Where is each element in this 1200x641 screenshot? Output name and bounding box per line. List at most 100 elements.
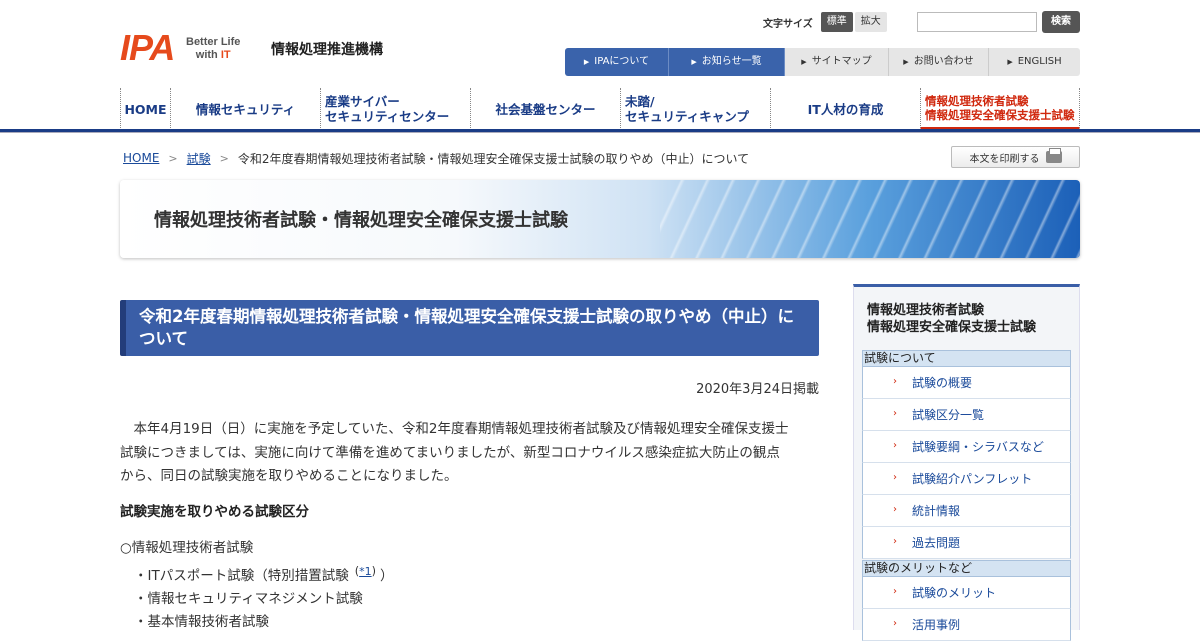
triangle-right-icon: ▶ xyxy=(1007,58,1013,66)
sidebar-item-categories[interactable]: › 試験区分一覧 xyxy=(862,399,1071,431)
banner-title: 情報処理技術者試験・情報処理安全確保支援士試験 xyxy=(154,210,568,231)
sidebar-item-label: 試験要綱・シラバスなど xyxy=(912,440,1044,454)
sidebar-item-label: 過去問題 xyxy=(912,536,961,550)
main-nav-infra[interactable]: 社会基盤センター xyxy=(470,88,620,130)
nav-underline-thin xyxy=(0,132,1200,133)
sidebar-title: 情報処理技術者試験 情報処理安全確保支援士試験 xyxy=(867,302,1036,336)
print-button[interactable]: 本文を印刷する xyxy=(951,146,1080,168)
utility-nav-english[interactable]: ▶ ENGLISH xyxy=(989,48,1080,76)
exam-category: ○情報処理技術者試験 xyxy=(120,540,254,556)
sidebar-item-overview[interactable]: › 試験の概要 xyxy=(862,367,1071,399)
sidebar-item-pamphlet[interactable]: › 試験紹介パンフレット xyxy=(862,463,1071,495)
main-nav-label-line1: 情報処理技術者試験 xyxy=(925,93,1029,108)
main-nav-label: 情報処理技術者試験 情報処理安全確保支援士試験 xyxy=(925,94,1075,122)
sidebar-item-label: 統計情報 xyxy=(912,504,961,518)
sidebar-item-label: 試験のメリット xyxy=(912,586,997,600)
sidebar-item-label: 活用事例 xyxy=(912,618,961,632)
ipa-logo[interactable]: IPA Better Life with IT 情報処理推進機構 xyxy=(120,30,390,70)
sidebar-item-syllabus[interactable]: › 試験要綱・シラバスなど xyxy=(862,431,1071,463)
chevron-right-icon: › xyxy=(893,472,897,483)
chevron-right-icon: › xyxy=(893,408,897,419)
breadcrumb-exam[interactable]: 試験 xyxy=(187,150,211,167)
utility-nav-news[interactable]: ▶ お知らせ一覧 xyxy=(669,48,785,76)
sidebar-item-cases[interactable]: › 活用事例 xyxy=(862,609,1071,641)
main-nav-label-line1: 産業サイバー xyxy=(325,94,400,109)
main-nav-label: 社会基盤センター xyxy=(495,101,596,117)
search-input[interactable] xyxy=(917,12,1037,32)
chevron-right-icon: › xyxy=(893,504,897,515)
article-subheading: 試験実施を取りやめる試験区分 xyxy=(120,504,309,520)
utility-nav: ▶ IPAについて ▶ お知らせ一覧 ▶ サイトマップ ▶ お問い合わせ ▶ ENGLIS… xyxy=(565,48,1080,76)
logo-mark: IPA xyxy=(120,27,175,68)
utility-nav-about[interactable]: ▶ IPAについて xyxy=(565,48,669,76)
search-button[interactable]: 検索 xyxy=(1042,11,1080,33)
exam-item: ・基本情報技術者試験 xyxy=(134,610,269,630)
article-paragraph: 本年4月19日（日）に実施を予定していた、令和2年度春期情報処理技術者試験及び情… xyxy=(120,418,820,489)
logo-tagline-with: with xyxy=(195,49,218,61)
sidebar-title-line1: 情報処理技術者試験 xyxy=(867,303,985,318)
footnote-link[interactable]: *1 xyxy=(359,565,372,578)
chevron-right-icon: › xyxy=(893,618,897,629)
article-heading-line2: ついて xyxy=(139,329,189,348)
exam-item: ・ITパスポート試験（特別措置試験 (*1)） xyxy=(134,564,394,585)
print-button-label: 本文を印刷する xyxy=(969,153,1040,165)
publish-date: 2020年3月24日掲載 xyxy=(696,382,819,397)
main-nav: HOME 情報セキュリティ 産業サイバー セキュリティセンター 社会基盤センター … xyxy=(120,88,1080,130)
sidebar-section-merits: 試験のメリットなど xyxy=(862,560,1071,577)
breadcrumb: HOME > 試験 > 令和2年度春期情報処理技術者試験・情報処理安全確保支援士… xyxy=(123,150,749,166)
chevron-right-icon: › xyxy=(893,440,897,451)
main-nav-camp[interactable]: 未踏/セキュリティキャンプ xyxy=(620,88,770,130)
main-nav-label: IT人材の育成 xyxy=(807,101,884,117)
sidebar-item-past-exams[interactable]: › 過去問題 xyxy=(862,527,1071,559)
font-large-button[interactable]: 拡大 xyxy=(854,12,887,32)
main-nav-exam[interactable]: 情報処理技術者試験 情報処理安全確保支援士試験 xyxy=(920,88,1080,130)
triangle-right-icon: ▶ xyxy=(691,58,697,66)
section-banner: 情報処理技術者試験・情報処理安全確保支援士試験 xyxy=(120,180,1080,258)
utility-nav-label: IPAについて xyxy=(594,56,650,67)
sidebar-item-statistics[interactable]: › 統計情報 xyxy=(862,495,1071,527)
utility-nav-contact[interactable]: ▶ お問い合わせ xyxy=(889,48,989,76)
paragraph-line: から、同日の試験実施を取りやめることになりました。 xyxy=(120,468,458,484)
breadcrumb-current: 令和2年度春期情報処理技術者試験・情報処理安全確保支援士試験の取りやめ（中止）に… xyxy=(237,151,750,166)
printer-icon xyxy=(1045,148,1062,163)
chevron-right-icon: › xyxy=(893,376,897,387)
main-nav-label: HOME xyxy=(124,101,167,117)
sidebar-item-merits[interactable]: › 試験のメリット xyxy=(862,577,1071,609)
article-heading-line1: 令和2年度春期情報処理技術者試験・情報処理安全確保支援士試験の取りやめ（中止）に xyxy=(139,307,794,326)
utility-nav-label: お知らせ一覧 xyxy=(701,56,762,67)
breadcrumb-home[interactable]: HOME xyxy=(123,151,159,165)
main-nav-label-line1: 未踏/ xyxy=(625,94,655,109)
chevron-right-icon: > xyxy=(168,151,178,165)
exam-item-text: ・ITパスポート試験（特別措置試験 xyxy=(134,568,349,584)
chevron-right-icon: › xyxy=(893,586,897,597)
utility-nav-label: サイトマップ xyxy=(811,56,872,67)
main-nav-label-line2: 情報処理安全確保支援士試験 xyxy=(925,107,1075,122)
exam-item-text: ・情報セキュリティマネジメント試験 xyxy=(134,591,363,607)
article-heading: 令和2年度春期情報処理技術者試験・情報処理安全確保支援士試験の取りやめ（中止）に… xyxy=(120,300,819,356)
footnote: (*1) xyxy=(354,564,377,578)
sidebar-title-line2: 情報処理安全確保支援士試験 xyxy=(867,320,1037,335)
utility-nav-label: ENGLISH xyxy=(1017,56,1062,67)
sidebar-section-about: 試験について xyxy=(862,350,1071,367)
triangle-right-icon: ▶ xyxy=(801,58,807,66)
logo-tagline-it: IT xyxy=(220,49,231,61)
sidebar-item-label: 試験の概要 xyxy=(912,376,973,390)
logo-tagline-line2: with IT xyxy=(186,49,240,62)
sidebar: 情報処理技術者試験 情報処理安全確保支援士試験 試験について › 試験の概要 › 試… xyxy=(853,284,1080,641)
sidebar-item-label: 試験区分一覧 xyxy=(912,408,985,422)
font-size-switcher: 文字サイズ 標準 拡大 xyxy=(763,12,887,32)
utility-nav-sitemap[interactable]: ▶ サイトマップ xyxy=(785,48,889,76)
font-size-label: 文字サイズ xyxy=(763,18,813,30)
main-nav-hr[interactable]: IT人材の育成 xyxy=(770,88,920,130)
main-nav-cyber[interactable]: 産業サイバー セキュリティセンター xyxy=(320,88,470,130)
main-nav-label: 情報セキュリティ xyxy=(195,101,296,117)
main-nav-home[interactable]: HOME xyxy=(120,88,170,130)
org-name: 情報処理推進機構 xyxy=(271,42,383,58)
logo-tagline-line1: Better Life xyxy=(186,36,241,48)
exam-item-text: ・基本情報技術者試験 xyxy=(134,614,269,630)
font-standard-button[interactable]: 標準 xyxy=(820,12,853,32)
chevron-right-icon: > xyxy=(219,151,229,165)
main-nav-security[interactable]: 情報セキュリティ xyxy=(170,88,320,130)
sidebar-item-label: 試験紹介パンフレット xyxy=(912,472,1033,486)
chevron-right-icon: › xyxy=(893,536,897,547)
